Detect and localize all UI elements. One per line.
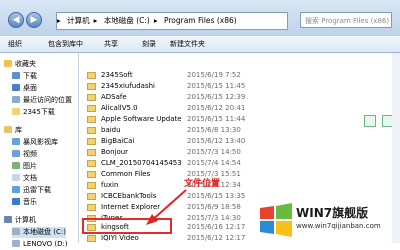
watermark-title: WIN7旗舰版 [296, 206, 369, 220]
nav-recent[interactable]: 最近访问的位置 [12, 95, 72, 106]
nav-lib-baofeng[interactable]: 暴风影视库 [12, 137, 58, 148]
folder-icon: ▸ [57, 16, 61, 25]
folder-icon [87, 116, 96, 123]
list-item[interactable]: Common Files 2015/7/3 15:51 [79, 169, 400, 180]
folder-icon [87, 149, 96, 156]
library-icon [4, 126, 12, 133]
burn-button[interactable]: 刻录 [142, 36, 156, 52]
folder-icon [87, 138, 96, 145]
recent-icon [12, 96, 20, 103]
drive-icon [12, 240, 20, 247]
list-item[interactable]: Apple Software Update 2015/6/15 11:44 [79, 114, 400, 125]
desktop-icon [12, 84, 20, 91]
list-item[interactable]: Bonjour 2015/7/3 14:50 [79, 147, 400, 158]
command-bar: 组织 包含到库中 共享 刻录 新建文件夹 [0, 36, 400, 53]
organize-menu[interactable]: 组织 [8, 36, 22, 52]
nav-downloads[interactable]: 下载 [12, 71, 37, 82]
share-menu[interactable]: 共享 [104, 36, 118, 52]
folder-icon [12, 72, 20, 79]
list-item[interactable]: baidu 2015/6/8 13:30 [79, 125, 400, 136]
watermark-url: www.win7qijianban.com [296, 222, 381, 230]
nav-favorites[interactable]: 收藏夹 [4, 59, 36, 70]
annotation-label: 文件位置 [184, 179, 221, 189]
star-icon [4, 60, 12, 67]
list-item[interactable]: 2345Soft 2015/6/19 7:52 [79, 70, 400, 81]
search-input[interactable]: 搜索 Program Files (x86) [300, 12, 392, 28]
computer-icon [4, 216, 12, 223]
nav-libraries[interactable]: 库 [4, 125, 22, 136]
video-library-icon [12, 138, 20, 145]
folder-icon [87, 171, 96, 178]
music-icon [12, 198, 20, 205]
list-item[interactable]: ADSafe 2015/6/15 12:39 [79, 92, 400, 103]
download-icon [12, 186, 20, 193]
breadcrumb-c-drive[interactable]: 本地磁盘 (C:) [104, 16, 150, 25]
breadcrumb-computer[interactable]: 计算机 [67, 16, 90, 25]
new-folder-button[interactable]: 新建文件夹 [170, 36, 205, 52]
windows-logo-icon [260, 203, 292, 237]
video-icon [12, 150, 20, 157]
breadcrumb-program-files[interactable]: Program Files (x86) [164, 16, 237, 25]
folder-icon [87, 105, 96, 112]
nav-c-drive[interactable]: 本地磁盘 (C:) [12, 227, 66, 238]
nav-computer[interactable]: 计算机 [4, 215, 36, 226]
picture-icon [12, 162, 20, 169]
folder-icon [87, 94, 96, 101]
list-item[interactable]: AlicallV5.0 2015/6/12 20:41 [79, 103, 400, 114]
folder-icon [87, 204, 96, 211]
folder-icon [87, 127, 96, 134]
folder-icon [87, 193, 96, 200]
list-item[interactable]: CLM_20150704145453 2015/7/4 14:54 [79, 158, 400, 169]
list-item[interactable]: 2345xiufudashi 2015/6/15 11:45 [79, 81, 400, 92]
explorer-window: ◀ ▶ ▸ 计算机 ▸ 本地磁盘 (C:) ▸ Program Files (x86… [0, 0, 400, 248]
list-item[interactable]: fuxin 2015/7/4 12:34 [79, 180, 400, 191]
nav-lib-xunlei[interactable]: 迅雷下载 [12, 185, 51, 196]
folder-icon [87, 182, 96, 189]
address-bar[interactable]: ▸ 计算机 ▸ 本地磁盘 (C:) ▸ Program Files (x86) [56, 12, 288, 30]
document-icon [12, 174, 20, 181]
folder-icon [12, 108, 20, 115]
folder-icon [87, 160, 96, 167]
nav-lib-videos[interactable]: 视频 [12, 149, 37, 160]
nav-lib-music[interactable]: 音乐 [12, 197, 37, 208]
nav-2345-downloads[interactable]: 2345下载 [12, 107, 55, 118]
forward-button[interactable]: ▶ [26, 12, 42, 28]
drive-icon [12, 228, 20, 235]
include-library-menu[interactable]: 包含到库中 [48, 36, 83, 52]
nav-lib-documents[interactable]: 文档 [12, 173, 37, 184]
watermark: WIN7旗舰版 www.win7qijianban.com [252, 198, 400, 243]
highlight-box [82, 218, 172, 234]
nav-d-drive[interactable]: LENOVO (D:) [12, 239, 68, 250]
list-item[interactable]: BigBaiCai 2015/6/12 13:40 [79, 136, 400, 147]
nav-desktop[interactable]: 桌面 [12, 83, 37, 94]
title-bar: ◀ ▶ ▸ 计算机 ▸ 本地磁盘 (C:) ▸ Program Files (x86… [0, 0, 400, 36]
back-button[interactable]: ◀ [8, 12, 24, 28]
nav-lib-pictures[interactable]: 图片 [12, 161, 37, 172]
navigation-pane: 收藏夹 下载 桌面 最近访问的位置 2345下载 库 暴风影视库 视频 图片 文… [0, 53, 79, 248]
folder-icon [87, 235, 96, 242]
folder-icon [87, 83, 96, 90]
folder-icon [87, 72, 96, 79]
